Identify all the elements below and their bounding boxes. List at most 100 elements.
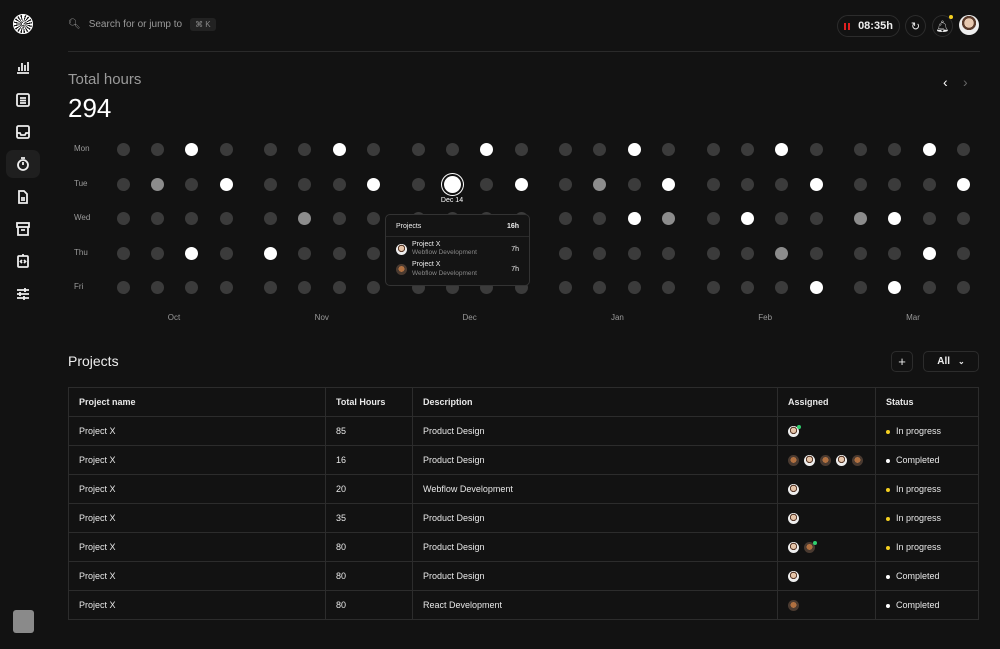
heatmap-cell[interactable]: [854, 211, 867, 225]
heatmap-cell[interactable]: [775, 177, 789, 191]
heatmap-cell[interactable]: [559, 280, 572, 294]
heatmap-cell[interactable]: [219, 142, 233, 156]
heatmap-cell[interactable]: [367, 211, 381, 225]
heatmap-cell[interactable]: [957, 211, 971, 225]
table-row[interactable]: Project X 85 Product Design In progress: [68, 416, 979, 446]
heatmap-cell[interactable]: [809, 246, 823, 260]
heatmap-cell[interactable]: [775, 246, 789, 260]
heatmap-cell[interactable]: [264, 280, 277, 294]
heatmap-cell[interactable]: [332, 211, 346, 225]
heatmap-cell[interactable]: [854, 246, 867, 260]
heatmap-cell[interactable]: [775, 211, 789, 225]
heatmap-cell[interactable]: [150, 177, 164, 191]
heatmap-cell[interactable]: [740, 142, 754, 156]
heatmap-cell[interactable]: [888, 142, 902, 156]
heatmap-cell[interactable]: [662, 142, 676, 156]
heatmap-cell[interactable]: [514, 142, 528, 156]
col-description[interactable]: Description: [412, 387, 778, 417]
heatmap-cell[interactable]: [740, 280, 754, 294]
col-project-name[interactable]: Project name: [68, 387, 326, 417]
heatmap-cell[interactable]: [411, 142, 425, 156]
heatmap-cell[interactable]: [332, 142, 346, 156]
heatmap-cell[interactable]: [706, 246, 720, 260]
table-row[interactable]: Project X 80 Product Design Completed: [68, 561, 979, 591]
heatmap-cell[interactable]: [367, 142, 381, 156]
next-button[interactable]: ›: [963, 74, 968, 90]
heatmap-cell[interactable]: [116, 142, 130, 156]
heatmap-cell[interactable]: [514, 177, 528, 191]
col-assigned[interactable]: Assigned: [777, 387, 876, 417]
heatmap-cell[interactable]: [957, 142, 971, 156]
heatmap-cell[interactable]: [809, 211, 823, 225]
col-status[interactable]: Status: [875, 387, 979, 417]
heatmap-cell[interactable]: [116, 177, 130, 191]
col-total-hours[interactable]: Total Hours: [325, 387, 413, 417]
heatmap-cell[interactable]: [662, 177, 676, 191]
heatmap-cell[interactable]: [809, 177, 823, 191]
heatmap-cell[interactable]: [445, 142, 459, 156]
heatmap-cell[interactable]: [593, 211, 607, 225]
heatmap-cell[interactable]: [559, 142, 572, 156]
nav-archive[interactable]: [6, 215, 40, 243]
heatmap-cell[interactable]: [116, 211, 130, 225]
heatmap-cell[interactable]: [957, 177, 971, 191]
table-row[interactable]: Project X 80 Product Design In progress: [68, 532, 979, 562]
heatmap-cell[interactable]: [662, 246, 676, 260]
heatmap-cell[interactable]: [627, 211, 641, 225]
heatmap-cell[interactable]: [854, 142, 867, 156]
heatmap-cell[interactable]: [150, 142, 164, 156]
heatmap-cell[interactable]: [888, 177, 902, 191]
user-avatar[interactable]: [959, 15, 979, 35]
heatmap-cell[interactable]: [809, 280, 823, 294]
heatmap-cell[interactable]: [185, 246, 199, 260]
heatmap-cell[interactable]: [264, 177, 277, 191]
heatmap-cell[interactable]: [559, 246, 572, 260]
heatmap-cell[interactable]: [957, 280, 971, 294]
notifications-button[interactable]: 🔔︎: [932, 15, 953, 37]
nav-documents[interactable]: [6, 183, 40, 211]
prev-button[interactable]: ‹: [943, 74, 948, 90]
heatmap-cell[interactable]: [559, 177, 572, 191]
heatmap-cell[interactable]: [809, 142, 823, 156]
heatmap-cell[interactable]: [627, 177, 641, 191]
heatmap-cell[interactable]: [264, 142, 277, 156]
heatmap-cell[interactable]: [740, 177, 754, 191]
heatmap-cell[interactable]: [298, 211, 312, 225]
heatmap-cell[interactable]: [150, 211, 164, 225]
heatmap-cell[interactable]: [706, 177, 720, 191]
heatmap-cell[interactable]: [150, 246, 164, 260]
table-row[interactable]: Project X 80 React Development Completed: [68, 590, 979, 620]
heatmap-cell[interactable]: [662, 280, 676, 294]
heatmap-cell[interactable]: [775, 142, 789, 156]
heatmap-cell[interactable]: [854, 280, 867, 294]
heatmap-cell[interactable]: [775, 280, 789, 294]
heatmap-cell[interactable]: [480, 142, 494, 156]
workspace-badge[interactable]: [13, 610, 34, 633]
nav-analytics[interactable]: [6, 53, 40, 81]
nav-code[interactable]: [6, 247, 40, 275]
heatmap-cell[interactable]: [888, 211, 902, 225]
heatmap-cell[interactable]: [706, 211, 720, 225]
heatmap-cell[interactable]: [367, 280, 381, 294]
heatmap-cell[interactable]: [662, 211, 676, 225]
heatmap-cell[interactable]: [219, 177, 233, 191]
heatmap-cell[interactable]: [298, 177, 312, 191]
heatmap-cell[interactable]: [185, 211, 199, 225]
heatmap-cell[interactable]: [706, 142, 720, 156]
heatmap-cell[interactable]: [922, 142, 936, 156]
heatmap-cell[interactable]: [922, 246, 936, 260]
heatmap-cell[interactable]: [957, 246, 971, 260]
heatmap-cell[interactable]: [332, 177, 346, 191]
heatmap-cell[interactable]: [627, 280, 641, 294]
heatmap-cell[interactable]: [116, 246, 130, 260]
heatmap-cell[interactable]: [593, 142, 607, 156]
heatmap-cell[interactable]: [298, 246, 312, 260]
heatmap-cell[interactable]: [740, 211, 754, 225]
nav-inbox[interactable]: [6, 118, 40, 146]
heatmap-cell[interactable]: [264, 211, 277, 225]
filter-dropdown[interactable]: All ⌄: [923, 351, 979, 372]
timer-button[interactable]: 08:35h: [837, 15, 900, 37]
heatmap-cell[interactable]: [298, 142, 312, 156]
heatmap-cell[interactable]: [185, 280, 199, 294]
logo[interactable]: [13, 14, 33, 34]
